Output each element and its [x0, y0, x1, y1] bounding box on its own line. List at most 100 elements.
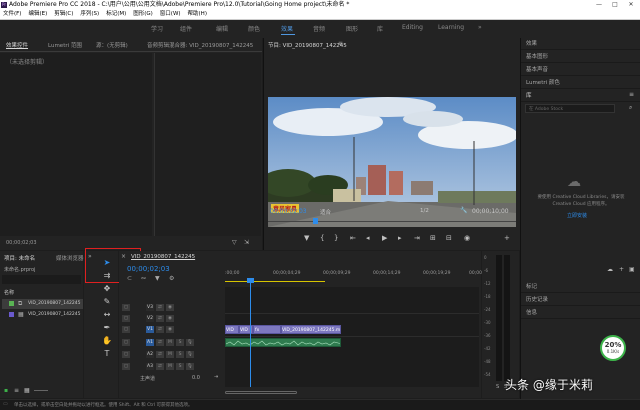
- menu-window[interactable]: 窗口(W): [160, 11, 181, 17]
- add-marker-icon[interactable]: ▼: [155, 275, 160, 282]
- snap-icon[interactable]: ⊂: [127, 275, 132, 282]
- close-button[interactable]: ✕: [624, 0, 638, 10]
- audio-clip[interactable]: [225, 338, 341, 347]
- timeline-timecode[interactable]: 00;00;02;03: [127, 265, 170, 273]
- mute-icon[interactable]: M: [166, 339, 174, 346]
- play-icon[interactable]: ▶: [382, 234, 387, 242]
- master-volume[interactable]: 0.0: [192, 375, 200, 381]
- solo-icon[interactable]: S: [176, 339, 184, 346]
- install-now-link[interactable]: 立即安装: [567, 212, 587, 219]
- track-area[interactable]: VID VID fx VID_20190807_142245.mp4 [V]: [225, 278, 479, 387]
- add-button-icon[interactable]: +: [504, 234, 510, 242]
- workspace-libraries[interactable]: 库: [377, 24, 383, 33]
- sync-lock-icon[interactable]: ⇄: [156, 339, 164, 346]
- microphone-icon[interactable]: 🎙: [186, 351, 194, 358]
- linked-selection-icon[interactable]: ∾: [141, 275, 146, 282]
- sync-lock-icon[interactable]: ⇄: [156, 304, 164, 311]
- column-name[interactable]: 名称: [4, 289, 14, 296]
- menu-file[interactable]: 文件(F): [3, 11, 21, 17]
- track-lock-icon[interactable]: ▢: [122, 304, 130, 311]
- go-to-out-icon[interactable]: ⇥: [414, 234, 420, 242]
- project-search-field[interactable]: [2, 275, 81, 284]
- menu-edit[interactable]: 编辑(E): [28, 11, 47, 17]
- solo-icon[interactable]: S: [176, 363, 184, 370]
- toggle-output-icon[interactable]: ◉: [166, 304, 174, 311]
- tab-media-browser[interactable]: 媒体浏览器: [56, 254, 84, 262]
- panel-essential-sound[interactable]: 基本声音: [521, 64, 640, 76]
- track-lock-icon[interactable]: ▢: [122, 326, 130, 333]
- pen-tool-icon[interactable]: ✒: [101, 322, 113, 333]
- menu-clip[interactable]: 剪辑(C): [54, 11, 73, 17]
- icon-view-icon[interactable]: ▦: [24, 387, 30, 394]
- time-ruler[interactable]: :00;00 00;00;04;29 00;00;09;29 00;00;14;…: [225, 271, 496, 281]
- hand-tool-icon[interactable]: ✋: [101, 335, 113, 346]
- go-to-end-icon[interactable]: ⇥: [214, 374, 218, 380]
- menu-marker[interactable]: 标记(M): [106, 11, 126, 17]
- minimize-button[interactable]: —: [592, 0, 606, 10]
- tab-effect-controls[interactable]: 效果控件: [6, 41, 28, 49]
- mark-out-icon[interactable]: }: [334, 234, 338, 242]
- sync-lock-icon[interactable]: ⇄: [156, 315, 164, 322]
- program-playhead[interactable]: [313, 218, 318, 224]
- timeline-tab[interactable]: VID_20190807_142245: [131, 254, 195, 260]
- search-icon[interactable]: ⌕: [629, 104, 632, 112]
- razor-tool-icon[interactable]: ✎: [101, 296, 113, 307]
- timeline-playhead[interactable]: [250, 281, 251, 387]
- program-monitor-tab[interactable]: 节目: VID_20190807_142245: [268, 41, 347, 49]
- workspace-learn[interactable]: 学习: [151, 24, 163, 33]
- lock-icon[interactable]: ▪: [4, 387, 8, 394]
- work-area-bar[interactable]: [225, 281, 325, 282]
- solo-icon[interactable]: S: [176, 351, 184, 358]
- workspace-more-button[interactable]: »: [478, 24, 482, 31]
- add-icon[interactable]: +: [619, 266, 624, 273]
- video-clip[interactable]: VID_20190807_142245.mp4 [V]: [281, 325, 341, 334]
- program-scrub-bar[interactable]: [268, 221, 516, 222]
- panel-lumetri-color[interactable]: Lumetri 颜色: [521, 77, 640, 89]
- microphone-icon[interactable]: 🎙: [186, 339, 194, 346]
- delete-icon[interactable]: ▣: [629, 266, 635, 273]
- wrench-icon[interactable]: 🔧: [460, 207, 467, 214]
- cloud-icon[interactable]: ☁: [607, 266, 613, 273]
- project-item[interactable]: ⧉ VID_20190807_142245: [2, 299, 83, 309]
- track-lock-icon[interactable]: ▢: [122, 363, 130, 370]
- list-view-icon[interactable]: ≡: [14, 387, 19, 394]
- workspace-audio[interactable]: 音频: [313, 24, 325, 33]
- sync-lock-icon[interactable]: ⇄: [156, 363, 164, 370]
- panel-info[interactable]: 信息: [521, 307, 640, 319]
- tab-source[interactable]: 源：(无剪辑): [96, 41, 128, 49]
- scroll-thumb[interactable]: [225, 391, 297, 394]
- solo-left-button[interactable]: S: [496, 384, 499, 390]
- menu-help[interactable]: 帮助(H): [188, 11, 207, 17]
- maximize-button[interactable]: □: [608, 0, 622, 10]
- add-marker-icon[interactable]: ▼: [304, 234, 309, 242]
- sync-lock-icon[interactable]: ⇄: [156, 351, 164, 358]
- settings-icon[interactable]: ⚙: [169, 275, 174, 282]
- microphone-icon[interactable]: 🎙: [186, 363, 194, 370]
- mute-icon[interactable]: M: [166, 351, 174, 358]
- panel-menu-icon[interactable]: ≡: [629, 91, 634, 98]
- step-back-icon[interactable]: ◂: [366, 234, 370, 242]
- menu-graphics[interactable]: 图形(G): [133, 11, 153, 17]
- lift-icon[interactable]: ⊞: [430, 234, 436, 242]
- video-clip[interactable]: fx: [253, 325, 281, 334]
- close-tab-icon[interactable]: ×: [121, 253, 126, 260]
- sync-lock-icon[interactable]: ⇄: [156, 326, 164, 333]
- step-forward-icon[interactable]: ▸: [398, 234, 402, 242]
- program-current-time[interactable]: 00;00;02;03: [270, 208, 307, 215]
- track-lock-icon[interactable]: ▢: [122, 351, 130, 358]
- stock-search-field[interactable]: 在 Adobe Stock: [525, 104, 615, 113]
- filter-icon[interactable]: ▽: [232, 239, 237, 246]
- slip-tool-icon[interactable]: ↔: [101, 309, 113, 320]
- menu-sequence[interactable]: 序列(S): [80, 11, 99, 17]
- workspace-learning[interactable]: Learning: [438, 24, 464, 31]
- panel-menu-icon[interactable]: ≡: [338, 40, 343, 47]
- track-lock-icon[interactable]: ▢: [122, 339, 130, 346]
- tab-lumetri-scopes[interactable]: Lumetri 范围: [48, 41, 82, 49]
- zoom-select[interactable]: 适合: [320, 208, 331, 216]
- playhead-handle[interactable]: [247, 278, 254, 283]
- ripple-edit-tool-icon[interactable]: ✥: [101, 283, 113, 294]
- type-tool-icon[interactable]: T: [101, 348, 113, 359]
- export-frame-icon[interactable]: ◉: [464, 234, 470, 242]
- panel-history[interactable]: 历史记录: [521, 294, 640, 306]
- project-item[interactable]: ▦ VID_20190807_142245: [2, 310, 83, 320]
